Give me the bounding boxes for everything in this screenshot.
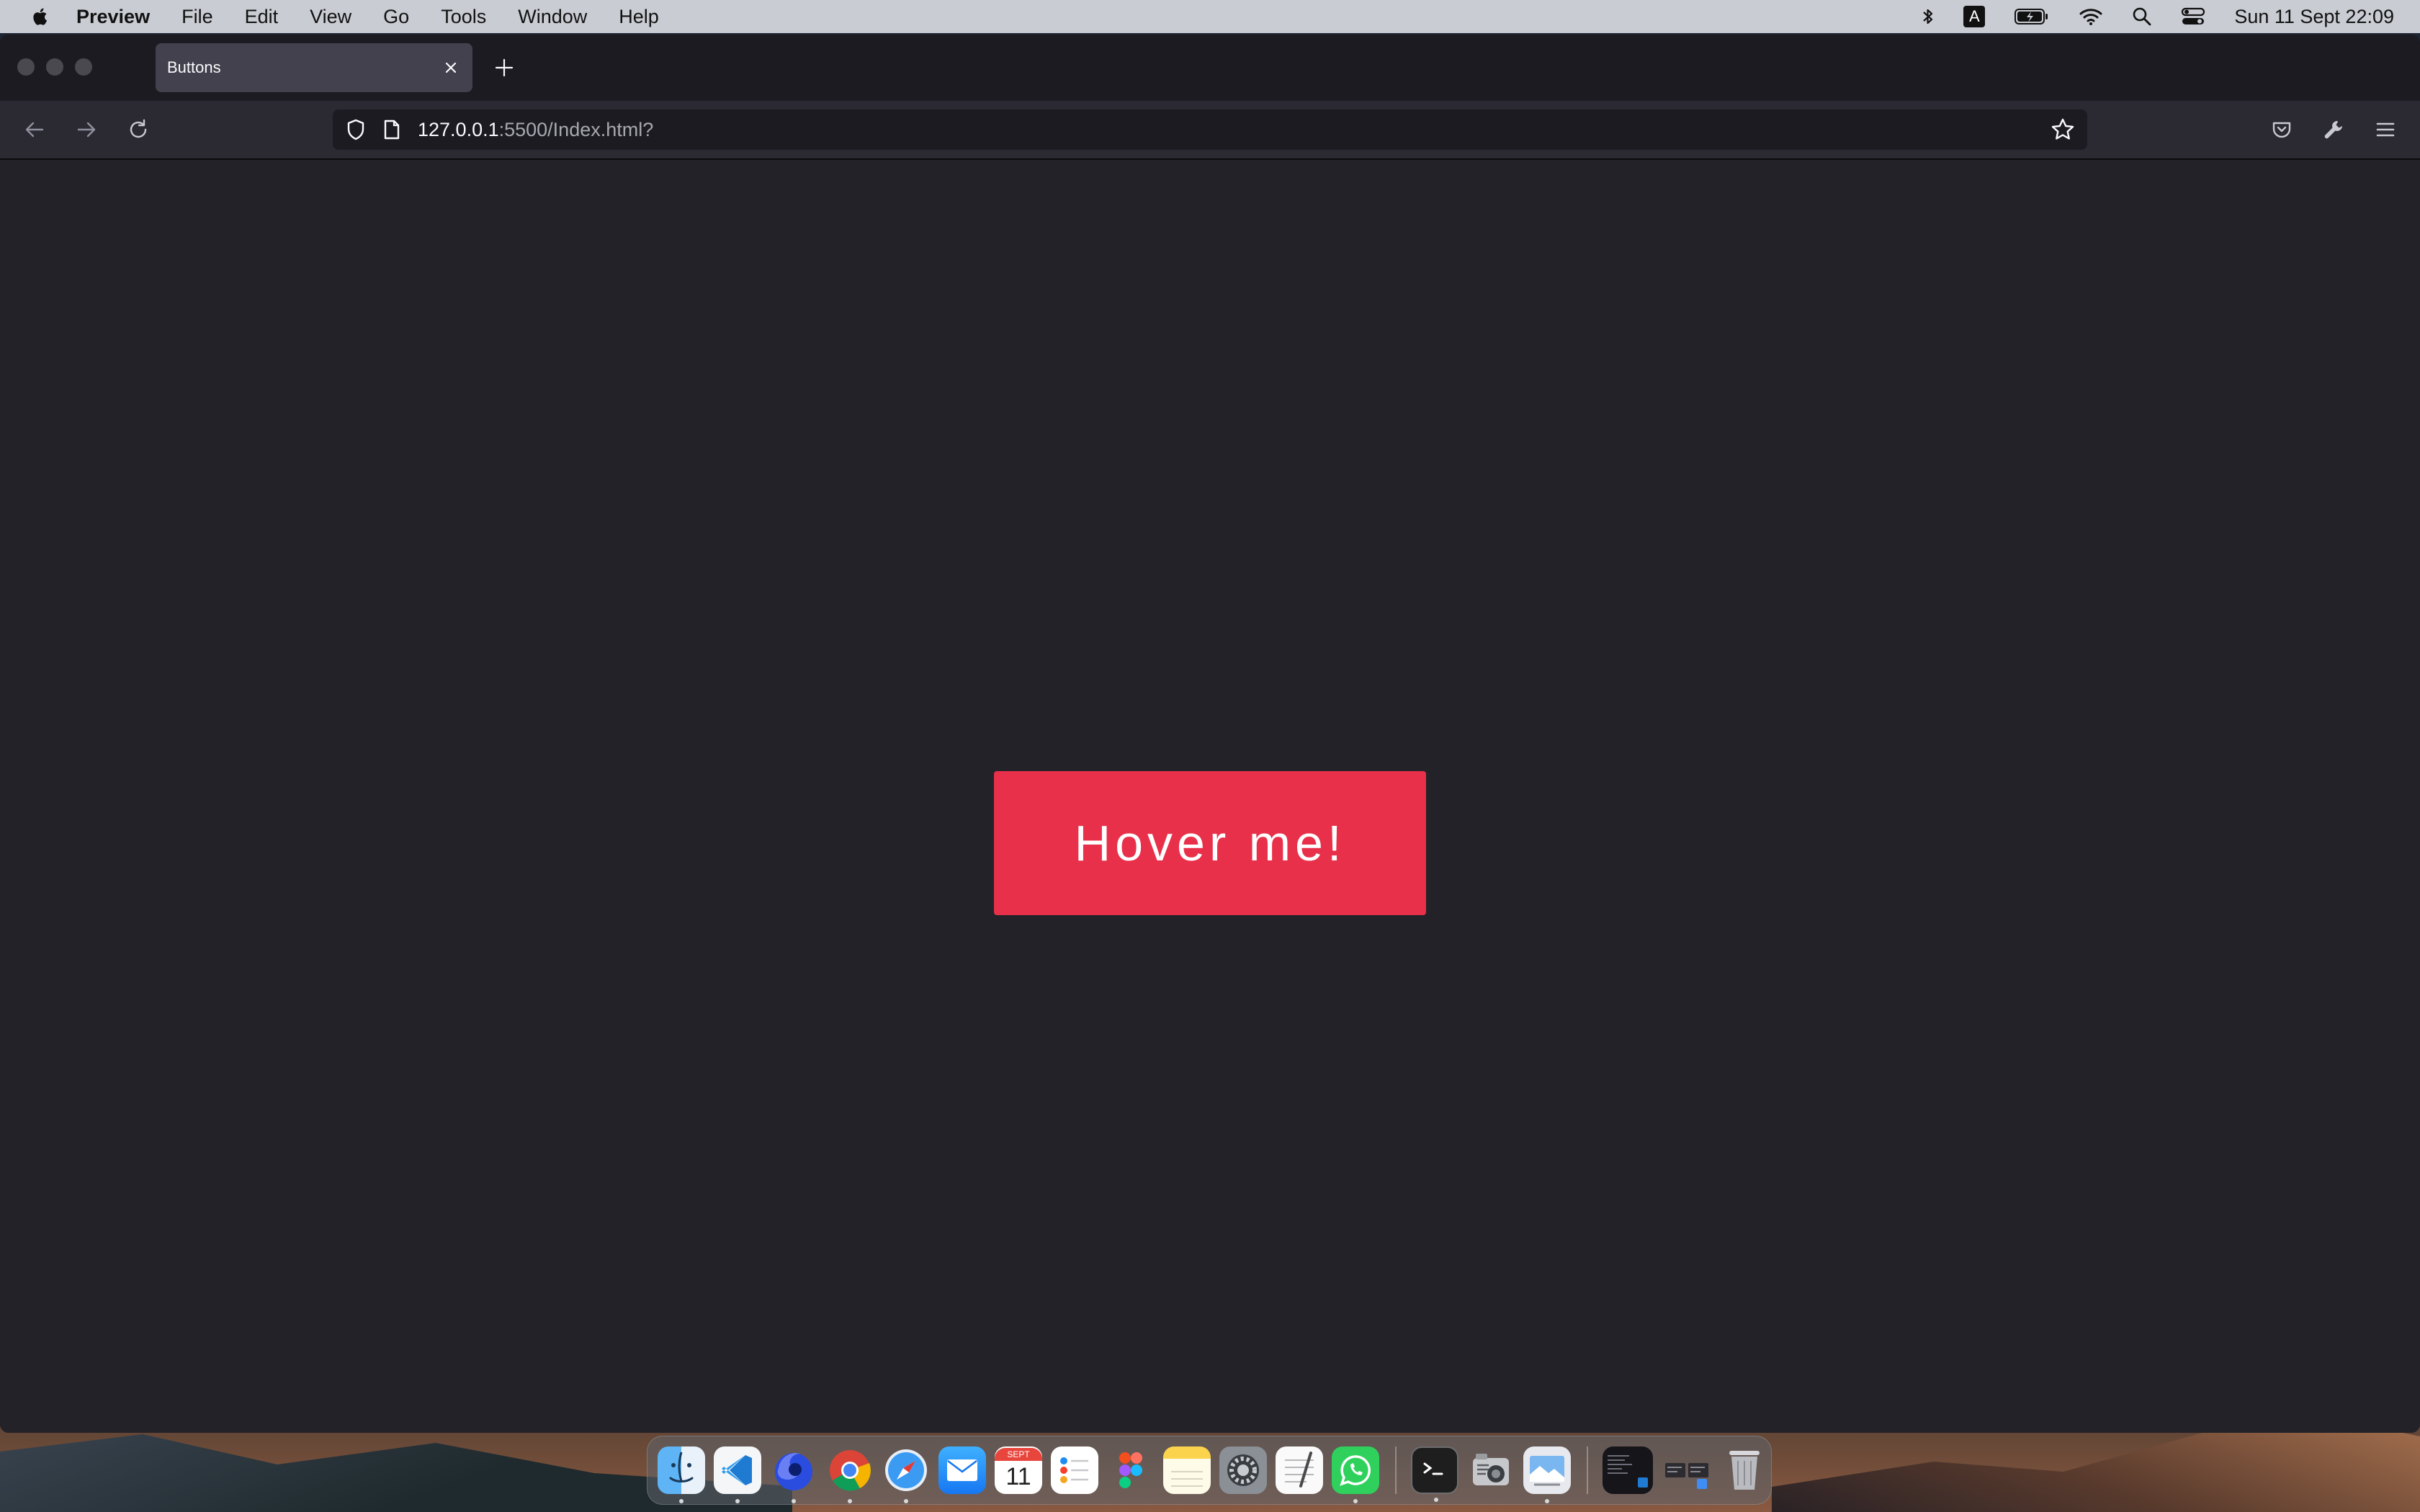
menu-edit[interactable]: Edit	[245, 6, 279, 28]
tab-bar: Buttons	[0, 35, 2420, 101]
menu-help[interactable]: Help	[619, 6, 659, 28]
whatsapp-icon[interactable]	[1332, 1446, 1379, 1503]
vscode-icon[interactable]	[714, 1446, 761, 1503]
tab-title: Buttons	[167, 58, 221, 76]
menu-bar: Preview File Edit View Go Tools Window H…	[0, 0, 2420, 33]
minimized-window-thumbnail-2[interactable]	[1662, 1446, 1712, 1494]
running-indicator	[904, 1499, 908, 1503]
apple-menu-icon[interactable]	[26, 0, 55, 33]
safari-icon[interactable]	[882, 1446, 930, 1503]
hover-me-button[interactable]: Hover me!	[994, 771, 1426, 915]
input-source-label: A	[1963, 6, 1986, 27]
mail-icon[interactable]	[938, 1446, 986, 1494]
tracking-protection-shield-icon[interactable]	[341, 115, 370, 144]
menu-bar-clock[interactable]: Sun 11 Sept 22:09	[2234, 6, 2394, 28]
pocket-icon	[2272, 122, 2291, 138]
new-tab-button[interactable]	[490, 53, 519, 82]
url-text[interactable]: 127.0.0.1:5500/Index.html?	[418, 119, 2047, 141]
reload-button[interactable]	[122, 114, 154, 145]
menu-tools[interactable]: Tools	[441, 6, 486, 28]
zoom-window-button[interactable]	[75, 58, 92, 76]
trash-icon[interactable]	[1721, 1446, 1768, 1494]
running-indicator	[1434, 1498, 1438, 1502]
running-indicator	[735, 1499, 740, 1503]
running-indicator	[679, 1499, 684, 1503]
dock: SEPT 11	[647, 1436, 1772, 1505]
page-info-icon[interactable]	[377, 115, 406, 144]
tab-close-icon[interactable]	[436, 53, 465, 82]
reload-icon	[130, 119, 147, 138]
input-source-icon[interactable]: A	[1963, 0, 1986, 33]
running-indicator	[1545, 1499, 1549, 1503]
forward-arrow-icon	[77, 122, 96, 138]
notes-icon[interactable]	[1163, 1446, 1211, 1494]
battery-charging-icon[interactable]	[2014, 0, 2050, 33]
plus-icon	[495, 58, 514, 77]
url-path: :5500/Index.html?	[498, 118, 654, 140]
system-preferences-icon[interactable]	[1219, 1446, 1267, 1494]
bluetooth-icon[interactable]	[1922, 0, 1935, 33]
back-arrow-icon	[25, 122, 44, 138]
app-menu-button[interactable]	[2370, 114, 2401, 145]
figma-icon[interactable]	[1107, 1446, 1155, 1494]
minimize-window-button[interactable]	[46, 58, 63, 76]
hamburger-menu-icon	[2376, 122, 2395, 137]
calendar-month: SEPT	[995, 1448, 1042, 1461]
back-button[interactable]	[19, 114, 50, 145]
bookmark-star-icon[interactable]	[2047, 114, 2079, 145]
terminal-icon[interactable]	[1411, 1446, 1458, 1502]
developer-tools-button[interactable]	[2318, 114, 2349, 145]
menu-window[interactable]: Window	[518, 6, 587, 28]
running-indicator	[848, 1499, 852, 1503]
close-window-button[interactable]	[17, 58, 35, 76]
menu-bar-status-area: A Sun 11 Sept 22:09	[1922, 0, 2394, 33]
firefox-icon[interactable]	[770, 1446, 817, 1503]
navigation-toolbar: 127.0.0.1:5500/Index.html?	[0, 101, 2420, 160]
minimized-window-thumbnail[interactable]	[1603, 1446, 1653, 1494]
finder-icon[interactable]	[658, 1446, 705, 1503]
control-center-icon[interactable]	[2181, 0, 2205, 33]
address-bar[interactable]: 127.0.0.1:5500/Index.html?	[333, 109, 2087, 150]
calendar-day: 11	[1005, 1463, 1031, 1490]
menu-app-name[interactable]: Preview	[76, 6, 150, 28]
screenshot-app-icon[interactable]	[1467, 1446, 1515, 1494]
pocket-button[interactable]	[2266, 114, 2298, 145]
running-indicator	[1353, 1499, 1358, 1503]
chrome-icon[interactable]	[826, 1446, 874, 1503]
menu-go[interactable]: Go	[383, 6, 409, 28]
spotlight-search-icon[interactable]	[2132, 0, 2152, 33]
wifi-icon[interactable]	[2079, 0, 2103, 33]
textedit-icon[interactable]	[1276, 1446, 1323, 1494]
dock-separator	[1395, 1446, 1397, 1494]
menu-file[interactable]: File	[182, 6, 213, 28]
reminders-icon[interactable]	[1051, 1446, 1098, 1494]
preview-icon[interactable]	[1523, 1446, 1571, 1503]
menu-view[interactable]: View	[310, 6, 351, 28]
url-host: 127.0.0.1	[418, 118, 499, 140]
running-indicator	[792, 1499, 796, 1503]
tab-buttons[interactable]: Buttons	[156, 43, 472, 92]
page-content: Hover me!	[0, 160, 2420, 1433]
forward-button[interactable]	[71, 114, 102, 145]
browser-window: Buttons 127.0.0.1:5500/Index.html? Hover…	[0, 35, 2420, 1433]
dock-separator	[1587, 1446, 1588, 1494]
calendar-icon[interactable]: SEPT 11	[995, 1446, 1042, 1494]
wrench-icon	[2324, 121, 2342, 139]
